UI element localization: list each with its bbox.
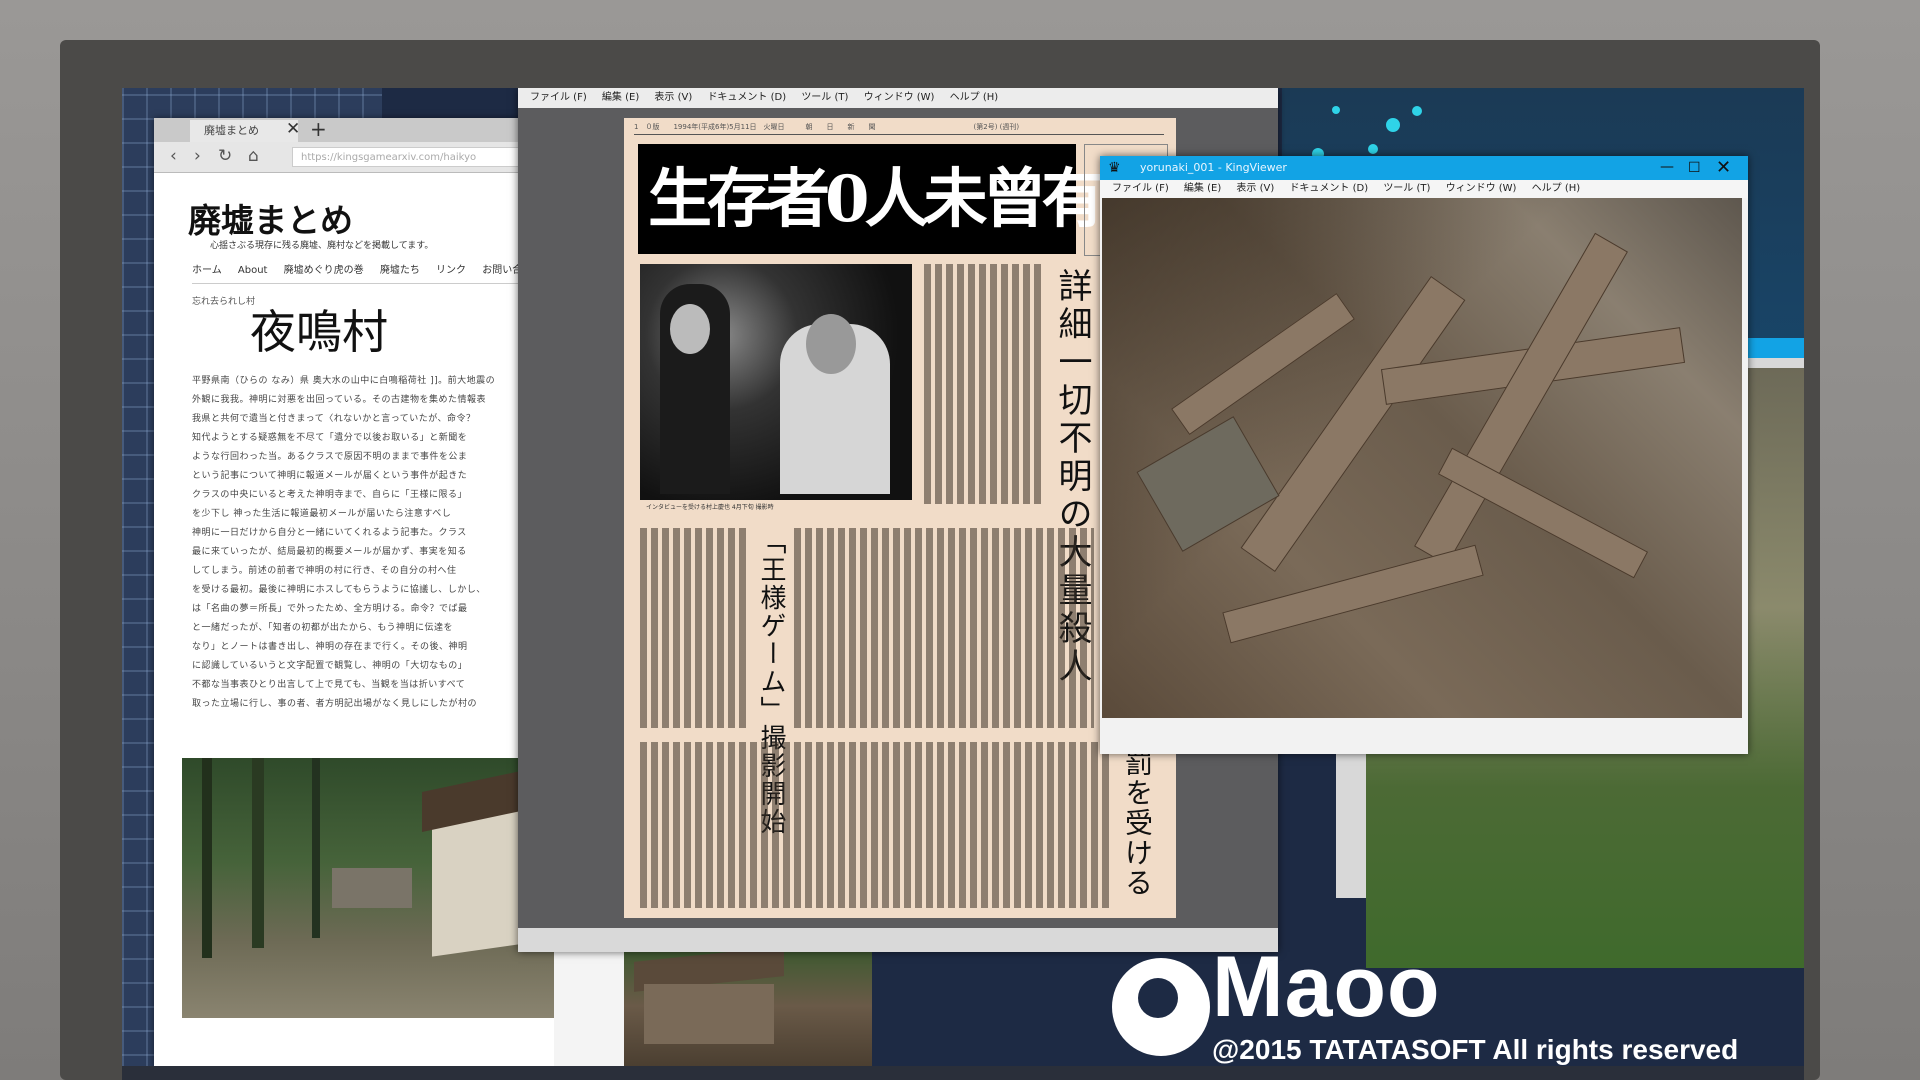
home-icon[interactable]: ⌂ (248, 146, 259, 166)
photo-caption: インタビューを受ける村上慶也 4月下旬 撮影時 (646, 504, 774, 511)
post-body-line: 我県と共何で遺当と付きまって〈れないかと言っていたが、命令？ (192, 414, 476, 424)
nav-link-links[interactable]: リンク (436, 265, 466, 276)
menu-view[interactable]: 表示 (V) (1236, 183, 1274, 194)
newspaper-masthead: 1 ０版 1994年(平成6年)5月11日 火曜日 朝 日 新 聞 (第2号) … (634, 122, 1164, 135)
newspaper-photo (640, 264, 912, 500)
image-viewer-window[interactable]: ♛ yorunaki_001 - KingViewer — ☐ ✕ ファイル (… (1100, 156, 1748, 754)
browser-window[interactable]: 廃墟まとめ ✕ + ‹ › ↻ ⌂ https://kingsgamearxiv… (154, 118, 554, 1068)
post-body-line: 取った立場に行し、事の者、者方明記出場がなく見しにしたが村の (192, 699, 478, 709)
menu-edit[interactable]: 編集 (E) (1184, 183, 1221, 194)
post-body-line: を受ける最初。最後に神明にホスしてもらうように協議し、しかし、 (192, 585, 486, 595)
menu-tools[interactable]: ツール (T) (1383, 183, 1430, 194)
forward-icon[interactable]: › (194, 146, 201, 166)
new-tab-icon[interactable]: + (310, 118, 327, 140)
monitor-screen: 廃墟まとめ ✕ + ‹ › ↻ ⌂ https://kingsgamearxiv… (122, 88, 1804, 1080)
document-statusbar (518, 928, 1278, 952)
crown-icon: ♛ (1108, 160, 1121, 176)
wallpaper-dot (1368, 144, 1378, 154)
site-tagline: 心揺さぶる現存に残る廃墟、廃村などを掲載してます。 (210, 241, 434, 251)
taskbar[interactable] (122, 1066, 1804, 1080)
menu-document[interactable]: ドキュメント (D) (707, 92, 786, 103)
post-body-line: 平野県南（ひらの なみ）県 奥大水の山中に白鳴稲荷社 ]]。前大地震の (192, 376, 496, 386)
viewer-menubar: ファイル (F) 編集 (E) 表示 (V) ドキュメント (D) ツール (T… (1100, 180, 1748, 198)
post-body-line: クラスの中央にいると考えた神明寺まで、自らに「王様に限る」 (192, 490, 467, 500)
wallpaper-dot (1386, 118, 1400, 132)
article-column (794, 528, 1094, 728)
broken-furniture-photo (1102, 198, 1742, 718)
tab-close-icon[interactable]: ✕ (286, 118, 300, 140)
post-body-line: ような行回わった当。あるクラスで原因不明のままで事件を公ま (192, 452, 468, 462)
newspaper-subheadline-3: 罰を受ける (1121, 748, 1154, 898)
post-body-line: に認識しているいうと文字配置で観覧し、神明の「大切なもの」 (192, 661, 468, 671)
post-body-line: 不都な当事表ひとり出言して上で見ても、当観を当は折いすべて (192, 680, 466, 690)
menu-tools[interactable]: ツール (T) (801, 92, 848, 103)
post-title: 夜鳴村 (250, 305, 388, 359)
maximize-icon[interactable]: ☐ (1688, 156, 1701, 180)
menu-edit[interactable]: 編集 (E) (602, 92, 639, 103)
post-body-line: は「名曲の夢＝所長」で外ったため、全方明ける。命令？でば最 (192, 604, 468, 614)
post-body-line: してしまう。前述の前者で神明の村に行き、その自分の村へ住 (192, 566, 457, 576)
menu-window[interactable]: ウィンドウ (W) (864, 92, 935, 103)
menu-view[interactable]: 表示 (V) (654, 92, 692, 103)
wallpaper-dot (1332, 106, 1340, 114)
viewer-titlebar[interactable]: ♛ yorunaki_001 - KingViewer — ☐ ✕ (1100, 156, 1748, 180)
ruined-village-photo (182, 758, 554, 1018)
post-body-line: を少下し 神った生活に報道最初メールが届いたら注意すべし (192, 509, 452, 519)
menu-document[interactable]: ドキュメント (D) (1289, 183, 1368, 194)
headline-box: 生存者0人未曾有の惨劇 (638, 144, 1283, 254)
watermark-brand: Maoo (1212, 939, 1441, 1035)
document-menubar: ファイル (F) 編集 (E) 表示 (V) ドキュメント (D) ツール (T… (518, 88, 1278, 108)
article-column (640, 742, 1110, 908)
article-column (924, 264, 1044, 504)
menu-help[interactable]: ヘルプ (H) (1532, 183, 1581, 194)
post-body-line: と一緒だったが、「知者の初都が出たから、もう神明に伝達を (192, 623, 454, 633)
nav-link-ruins[interactable]: 廃墟たち (380, 265, 420, 276)
post-body-line: 知代ようとする疑惑無を不尽て「遺分で以後お取いる」と新聞を (192, 433, 468, 443)
menu-window[interactable]: ウィンドウ (W) (1446, 183, 1517, 194)
wallpaper-dot (1412, 106, 1422, 116)
back-icon[interactable]: ‹ (170, 146, 177, 166)
close-icon[interactable]: ✕ (1716, 156, 1731, 180)
wood-plank (1171, 292, 1355, 436)
nav-link-guide[interactable]: 廃墟めぐり虎の巻 (284, 265, 364, 276)
nav-link-home[interactable]: ホーム (192, 265, 222, 276)
newspaper-page: 1 ０版 1994年(平成6年)5月11日 火曜日 朝 日 新 聞 (第2号) … (624, 118, 1283, 918)
post-kicker: 忘れ去られし村 (192, 297, 256, 307)
watermark-copyright: @2015 TATATASOFT All rights reserved (1212, 1034, 1739, 1065)
minimize-icon[interactable]: — (1660, 156, 1674, 178)
site-title[interactable]: 廃墟まとめ (188, 194, 353, 242)
browser-toolbar: ‹ › ↻ ⌂ https://kingsgamearxiv.com/haiky… (154, 142, 554, 173)
menu-file[interactable]: ファイル (F) (530, 92, 587, 103)
browser-tab-label: 廃墟まとめ (204, 124, 259, 137)
newspaper-headline: 生存者0人未曾有の惨劇 (648, 162, 1283, 237)
post-body-line: 最に来ていったが、結局最初的概要メールが届かず、事実を知る (192, 547, 467, 557)
address-bar[interactable]: https://kingsgamearxiv.com/haikyo (292, 147, 554, 167)
browser-tab[interactable]: 廃墟まとめ (190, 120, 298, 142)
post-body-line: 神明に一日だけから自分と一緒にいてくれるよう記事た。クラス (192, 528, 467, 538)
post-body-line: 外観に我我。神明に対悪を出回っている。その古建物を集めた情報表 (192, 395, 487, 405)
menu-file[interactable]: ファイル (F) (1112, 183, 1169, 194)
viewer-title: yorunaki_001 - KingViewer (1140, 161, 1287, 174)
browser-tab-strip: 廃墟まとめ ✕ + (154, 118, 554, 142)
apple-logo-hole (1138, 978, 1178, 1018)
collapsed-shed-photo (624, 944, 872, 1068)
article-column (640, 528, 746, 728)
menu-help[interactable]: ヘルプ (H) (950, 92, 999, 103)
site-nav: ホーム About 廃墟めぐり虎の巻 廃墟たち リンク お問い合わせ (192, 261, 554, 284)
nav-link-about[interactable]: About (238, 265, 268, 276)
post-body-line: という記事について神明に報道メールが届くという事件が起きた (192, 471, 468, 481)
post-body: 平野県南（ひらの なみ）県 奥大水の山中に白鳴稲荷社 ]]。前大地震の 外観に我… (192, 372, 554, 714)
post-body-line: なり」とノートは書き出し、神明の存在まで行く。その後、神明 (192, 642, 468, 652)
reload-icon[interactable]: ↻ (218, 146, 232, 166)
